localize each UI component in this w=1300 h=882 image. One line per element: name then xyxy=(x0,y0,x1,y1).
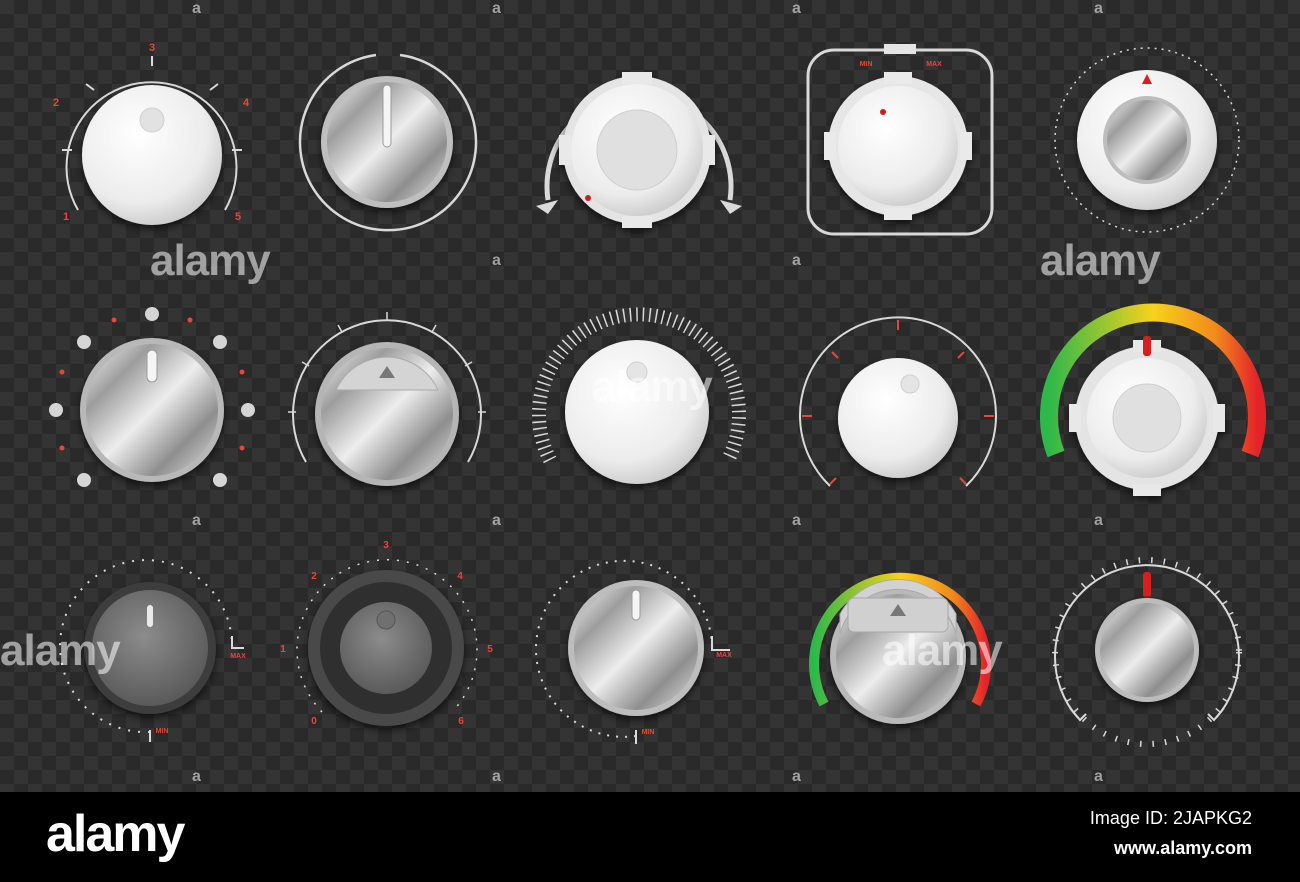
watermark-a-14: a xyxy=(1094,768,1103,785)
knob-12-dimple xyxy=(376,610,396,630)
watermark-a-11: a xyxy=(192,768,201,785)
knob-3-arrow-right xyxy=(720,200,742,214)
knob-12-label-5: 5 xyxy=(487,644,493,655)
knob-4-label-max: MAX xyxy=(926,61,942,68)
knob-1-indicator-dimple xyxy=(139,107,165,133)
knob-15[interactable] xyxy=(1052,557,1242,747)
watermark-5: alamy xyxy=(882,626,1003,675)
knob-1-label-4: 4 xyxy=(243,97,250,109)
knob-2[interactable] xyxy=(298,53,478,232)
knob-12-label-6: 6 xyxy=(458,716,464,727)
knob-11-max-bracket xyxy=(231,636,244,649)
knob-13-pointer xyxy=(631,589,641,621)
knob-12-label-3: 3 xyxy=(383,540,389,551)
knob-6-pointer xyxy=(146,349,158,383)
knob-3-gear[interactable] xyxy=(559,72,715,228)
watermark-a-2: a xyxy=(492,0,501,17)
knob-4[interactable]: MIN MAX xyxy=(806,44,994,236)
knob-6[interactable] xyxy=(49,307,255,487)
watermark-a-12: a xyxy=(492,768,501,785)
knob-1[interactable]: 3 2 4 1 5 xyxy=(53,42,250,225)
knob-11-label-min: MIN xyxy=(156,728,169,735)
watermark-a-6: a xyxy=(792,252,801,269)
knob-15-pointer xyxy=(1143,572,1151,598)
watermark-3: alamy xyxy=(592,362,713,411)
watermark-a-13: a xyxy=(792,768,801,785)
watermark-1: alamy xyxy=(150,236,271,285)
knob-1-cap[interactable] xyxy=(82,85,222,225)
watermark-a-1: a xyxy=(192,0,201,17)
watermark-a-4: a xyxy=(1094,0,1103,17)
watermark-a-8: a xyxy=(492,512,501,529)
knob-7[interactable] xyxy=(288,312,486,486)
knob-13-max-bracket xyxy=(711,636,730,651)
knob-15-cap[interactable] xyxy=(1100,603,1194,697)
watermark-a-10: a xyxy=(1094,512,1103,529)
knob-9-dimple xyxy=(900,374,920,394)
knob-12-label-4: 4 xyxy=(457,571,463,582)
watermark-a-9: a xyxy=(792,512,801,529)
watermark-a-5: a xyxy=(492,252,501,269)
watermark-a-3: a xyxy=(792,0,801,17)
knob-12-label-1: 1 xyxy=(280,644,286,655)
knob-13[interactable]: MAX MIN xyxy=(535,559,732,744)
knob-4-top-bar xyxy=(884,44,916,54)
watermark-a-7: a xyxy=(192,512,201,529)
footer-url[interactable]: www.alamy.com xyxy=(1114,838,1252,859)
knob-11-pointer xyxy=(147,605,153,627)
knob-10-gear[interactable] xyxy=(1069,340,1225,496)
knob-10[interactable] xyxy=(1040,303,1266,496)
knob-13-label-min: MIN xyxy=(642,729,655,736)
knob-5[interactable] xyxy=(1054,47,1240,233)
knob-1-label-2: 2 xyxy=(53,97,59,109)
knob-4-label-min: MIN xyxy=(860,61,873,68)
knob-10-pointer xyxy=(1143,336,1151,356)
knob-12-label-0: 0 xyxy=(311,716,317,727)
knob-3[interactable] xyxy=(536,72,742,228)
footer-bar: alamy Image ID: 2JAPKG2 www.alamy.com xyxy=(0,792,1300,882)
knob-9[interactable] xyxy=(799,316,997,487)
knob-5-metal-cap[interactable] xyxy=(1107,100,1187,180)
knob-2-pointer xyxy=(382,84,392,148)
knob-12-label-2: 2 xyxy=(311,571,317,582)
knob-4-gear[interactable] xyxy=(824,72,972,220)
footer-logo: alamy xyxy=(46,805,185,863)
knob-1-label-5: 5 xyxy=(235,211,241,223)
knob-11-label-max: MAX xyxy=(230,653,246,660)
knob-13-label-max: MAX xyxy=(716,652,732,659)
knob-3-indicator-dot xyxy=(585,195,591,201)
knob-15-end-marks xyxy=(1069,707,1225,722)
watermark-4: alamy xyxy=(0,626,121,675)
watermark-2: alamy xyxy=(1040,236,1161,285)
knob-9-cap[interactable] xyxy=(838,358,958,478)
knob-1-label-1: 1 xyxy=(63,211,69,223)
knob-4-indicator-dot xyxy=(880,109,886,115)
footer-image-id: Image ID: 2JAPKG2 xyxy=(1089,808,1252,828)
knob-3-arrow-left xyxy=(536,200,558,214)
knob-1-label-3: 3 xyxy=(149,42,155,54)
knob-12[interactable]: 3 2 4 1 5 0 6 xyxy=(280,540,493,727)
